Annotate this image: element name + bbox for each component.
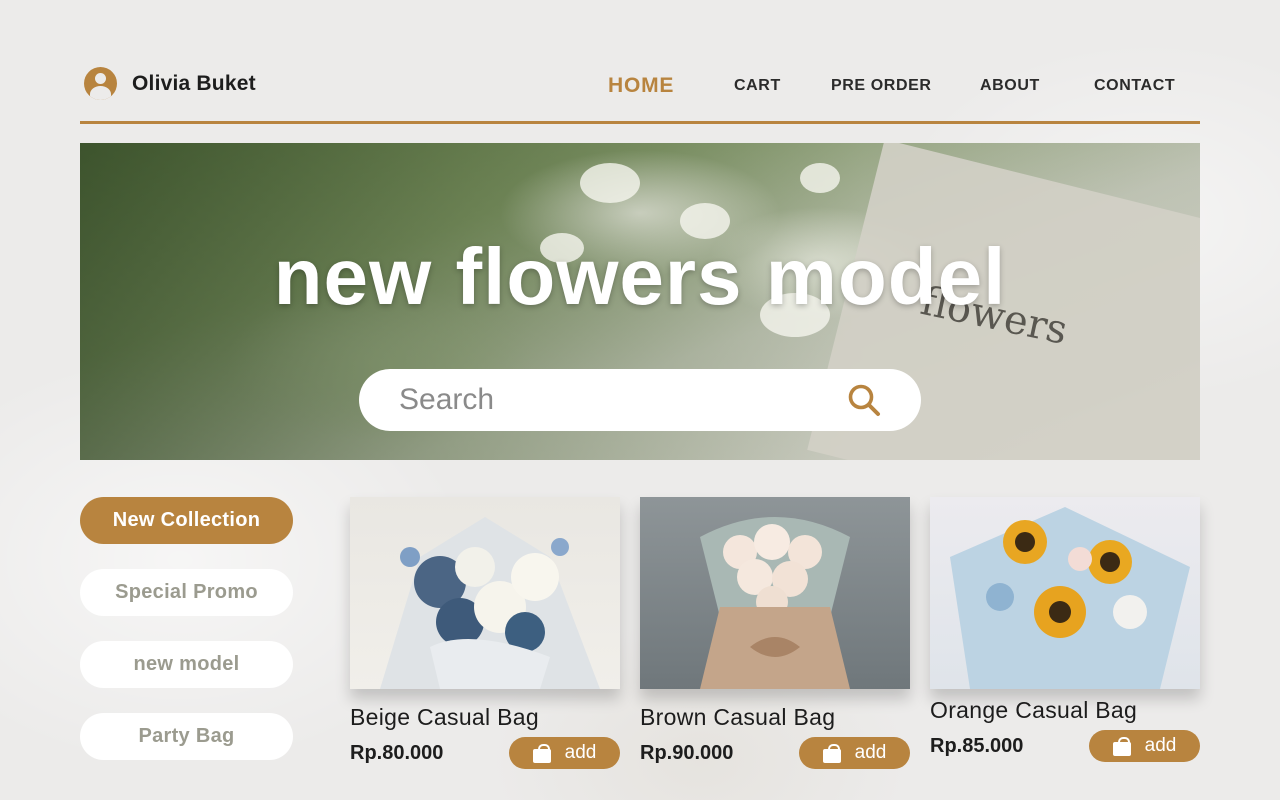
flower-petal [580, 163, 640, 203]
category-special-promo[interactable]: Special Promo [80, 569, 293, 616]
product-price-row: Rp.90.000 add [640, 737, 910, 769]
category-list: New Collection Special Promo new model P… [80, 497, 293, 785]
product-image[interactable] [350, 497, 620, 689]
hero-banner: flowers new flowers model [80, 143, 1200, 460]
nav-cart[interactable]: CART [734, 77, 781, 95]
product-image[interactable] [640, 497, 910, 689]
category-new-collection[interactable]: New Collection [80, 497, 293, 544]
shopping-bag-icon [532, 743, 551, 763]
nav-contact[interactable]: CONTACT [1094, 77, 1175, 95]
product-price-row: Rp.80.000 add [350, 737, 620, 769]
add-button-label: add [854, 742, 887, 763]
search-icon[interactable] [847, 383, 881, 417]
product-price: Rp.85.000 [930, 734, 1024, 757]
product-card: Beige Casual Bag Rp.80.000 add [350, 497, 620, 769]
add-button-label: add [564, 742, 597, 763]
product-card: Brown Casual Bag Rp.90.000 add [640, 497, 910, 769]
shopping-bag-icon [822, 743, 841, 763]
product-image[interactable] [930, 497, 1200, 689]
product-name[interactable]: Orange Casual Bag [930, 697, 1200, 724]
product-price-row: Rp.85.000 add [930, 730, 1200, 762]
main-nav: HOME CART PRE ORDER ABOUT CONTACT [0, 74, 1280, 100]
product-price: Rp.90.000 [640, 741, 734, 764]
search-input[interactable] [399, 383, 837, 417]
product-info: Orange Casual Bag Rp.85.000 add [930, 697, 1200, 762]
add-button-label: add [1144, 735, 1177, 756]
product-card: Orange Casual Bag Rp.85.000 add [930, 497, 1200, 762]
product-info: Beige Casual Bag Rp.80.000 add [350, 704, 620, 769]
product-name[interactable]: Beige Casual Bag [350, 704, 620, 731]
flower-petal [800, 163, 840, 193]
nav-pre-order[interactable]: PRE ORDER [831, 77, 932, 95]
header-divider [80, 121, 1200, 124]
nav-about[interactable]: ABOUT [980, 77, 1040, 95]
nav-home[interactable]: HOME [608, 74, 674, 98]
product-name[interactable]: Brown Casual Bag [640, 704, 910, 731]
add-to-cart-button[interactable]: add [509, 737, 620, 769]
page: Olivia Buket HOME CART PRE ORDER ABOUT C… [0, 0, 1280, 800]
shopping-bag-icon [1112, 736, 1131, 756]
search-bar[interactable] [359, 369, 921, 431]
hero-title: new flowers model [273, 232, 1007, 321]
add-to-cart-button[interactable]: add [1089, 730, 1200, 762]
product-price: Rp.80.000 [350, 741, 444, 764]
product-info: Brown Casual Bag Rp.90.000 add [640, 704, 910, 769]
category-new-model[interactable]: new model [80, 641, 293, 688]
add-to-cart-button[interactable]: add [799, 737, 910, 769]
category-party-bag[interactable]: Party Bag [80, 713, 293, 760]
